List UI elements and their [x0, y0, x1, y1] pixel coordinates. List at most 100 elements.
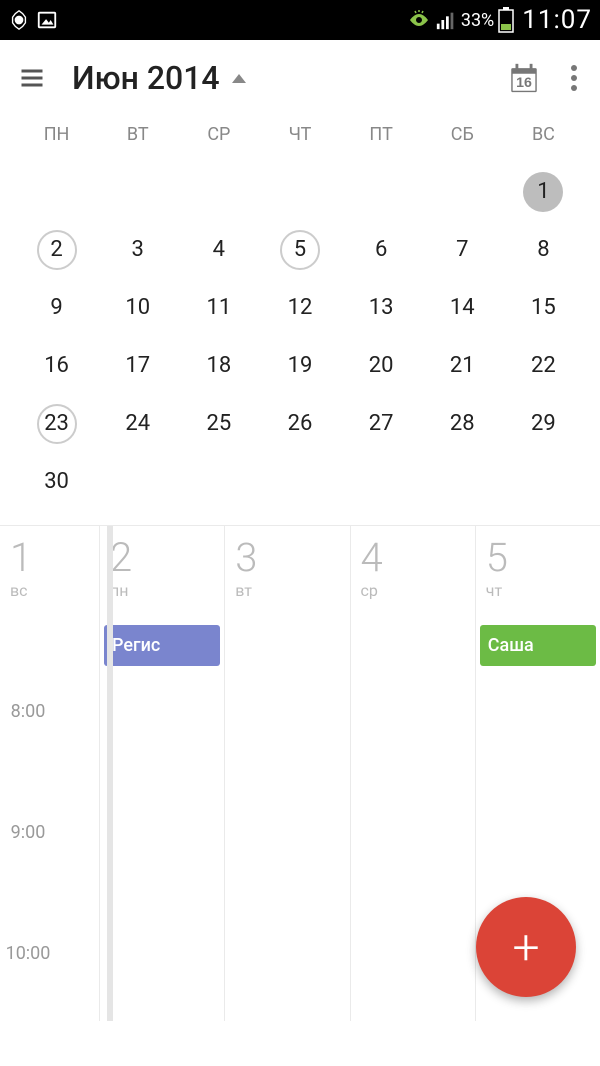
- week-row: 2 3 4 5678: [16, 221, 584, 279]
- gallery-icon: [36, 9, 58, 31]
- day-cell[interactable]: 25: [178, 404, 259, 444]
- battery-percentage: 33%: [461, 10, 494, 31]
- day-cell[interactable]: 27: [341, 404, 422, 444]
- day-cell[interactable]: 4: [178, 230, 259, 270]
- schedule-day-number: 3: [235, 534, 339, 581]
- schedule-day-column[interactable]: 2пнРегис: [100, 526, 225, 1021]
- schedule-day-header: 3вт: [225, 526, 349, 621]
- week-row: 23 24 25 26 27 28 29: [16, 395, 584, 453]
- schedule-day-column[interactable]: 1вс: [0, 526, 100, 1021]
- day-cell[interactable]: 10: [97, 288, 178, 328]
- day-cell[interactable]: 28: [422, 404, 503, 444]
- day-number: 4: [199, 230, 239, 270]
- schedule-day-header: 2пн: [100, 526, 224, 621]
- day-cell[interactable]: 30: [16, 462, 97, 502]
- dow-label: ПН: [16, 124, 97, 145]
- day-cell[interactable]: 23: [16, 404, 97, 444]
- day-number: 21: [442, 346, 482, 386]
- schedule-dow-label: пн: [110, 581, 214, 600]
- dow-label: СР: [178, 124, 259, 145]
- android-status-bar: 33% 11:07: [0, 0, 600, 40]
- day-number: 10: [118, 288, 158, 328]
- dot-icon: [571, 85, 577, 91]
- day-cell[interactable]: 6: [341, 230, 422, 270]
- status-right: 33% 11:07: [407, 5, 592, 35]
- day-cell[interactable]: 22: [503, 346, 584, 386]
- day-cell[interactable]: 3: [97, 230, 178, 270]
- day-cell[interactable]: 19: [259, 346, 340, 386]
- week-row: 1: [16, 163, 584, 221]
- day-number: 19: [280, 346, 320, 386]
- app-header: Июн 2014 16: [0, 40, 600, 116]
- schedule-day-number: 4: [361, 534, 465, 581]
- eye-icon: [407, 8, 431, 32]
- day-cell[interactable]: 29: [503, 404, 584, 444]
- day-cell[interactable]: 2: [16, 230, 97, 270]
- day-number: 29: [523, 404, 563, 444]
- schedule-day-header: 5чт: [476, 526, 600, 621]
- day-number: 23: [37, 404, 77, 444]
- day-cell[interactable]: 14: [422, 288, 503, 328]
- day-cell[interactable]: 26: [259, 404, 340, 444]
- day-number: 28: [442, 404, 482, 444]
- today-button[interactable]: 16: [500, 54, 548, 102]
- day-cell[interactable]: 16: [16, 346, 97, 386]
- day-cell[interactable]: 8: [503, 230, 584, 270]
- day-number: 16: [37, 346, 77, 386]
- schedule-day-number: 1: [10, 534, 89, 581]
- day-cell[interactable]: 1: [503, 172, 584, 212]
- overflow-menu-button[interactable]: [556, 54, 592, 102]
- hamburger-icon: [18, 64, 46, 92]
- day-cell[interactable]: 15: [503, 288, 584, 328]
- day-number: 5: [280, 230, 320, 270]
- plus-icon: +: [512, 919, 539, 976]
- day-number: 20: [361, 346, 401, 386]
- day-number: 24: [118, 404, 158, 444]
- event-chip[interactable]: Саша: [480, 625, 596, 666]
- day-cell[interactable]: 11: [178, 288, 259, 328]
- schedule-dow-label: вс: [10, 581, 89, 600]
- schedule-day-number: 5: [486, 534, 590, 581]
- signal-icon: [435, 9, 457, 31]
- now-indicator: [107, 526, 113, 1021]
- week-row: 16 1718 19 20 21 22: [16, 337, 584, 395]
- day-number: 22: [523, 346, 563, 386]
- event-chip[interactable]: Регис: [104, 625, 220, 666]
- day-number: 8: [523, 230, 563, 270]
- schedule-day-column[interactable]: 3вт: [225, 526, 350, 1021]
- day-cell[interactable]: 5: [259, 230, 340, 270]
- month-selector[interactable]: Июн 2014: [72, 59, 246, 97]
- schedule-day-header: 1вс: [0, 526, 99, 621]
- calendar-today-icon: 16: [507, 61, 541, 95]
- day-cell[interactable]: 9: [16, 288, 97, 328]
- day-number: 3: [118, 230, 158, 270]
- status-clock: 11:07: [522, 5, 592, 35]
- menu-button[interactable]: [8, 54, 56, 102]
- day-number: 15: [523, 288, 563, 328]
- schedule-day-column[interactable]: 4ср: [351, 526, 476, 1021]
- header-title: Июн 2014: [72, 59, 220, 97]
- day-number: 30: [37, 462, 77, 502]
- day-cell[interactable]: 13: [341, 288, 422, 328]
- day-number: 26: [280, 404, 320, 444]
- dow-label: ВТ: [97, 124, 178, 145]
- dot-icon: [571, 75, 577, 81]
- day-cell[interactable]: 21: [422, 346, 503, 386]
- day-number: 2: [37, 230, 77, 270]
- day-cell[interactable]: 17: [97, 346, 178, 386]
- schedule-day-header: 4ср: [351, 526, 475, 621]
- week-schedule-view[interactable]: 1вс2пнРегис3вт4ср5чтСаша 8:009:0010:00 +: [0, 525, 600, 1021]
- day-cell[interactable]: 12: [259, 288, 340, 328]
- month-view: ПНВТСРЧТПТСБВС 1234567891011121314151617…: [0, 116, 600, 525]
- day-cell[interactable]: 20: [341, 346, 422, 386]
- schedule-dow-label: вт: [235, 581, 339, 600]
- week-row: 9 10 11 12 1314 15: [16, 279, 584, 337]
- dow-label: ВС: [503, 124, 584, 145]
- day-number: 1: [523, 172, 563, 212]
- add-event-fab[interactable]: +: [476, 897, 576, 997]
- week-row: 30: [16, 453, 584, 511]
- day-cell[interactable]: 18: [178, 346, 259, 386]
- day-cell[interactable]: 7: [422, 230, 503, 270]
- day-cell[interactable]: 24: [97, 404, 178, 444]
- day-number: 12: [280, 288, 320, 328]
